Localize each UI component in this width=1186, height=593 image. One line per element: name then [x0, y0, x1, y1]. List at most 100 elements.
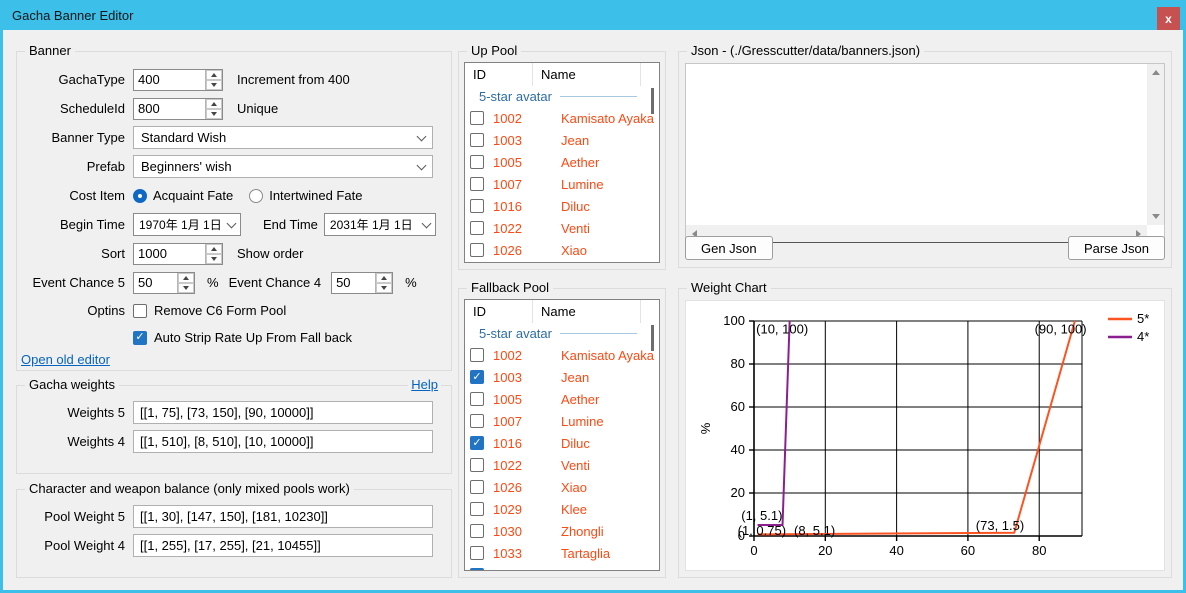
row-checkbox[interactable] — [470, 436, 484, 450]
close-button[interactable]: x — [1157, 7, 1180, 30]
svg-text:0: 0 — [750, 543, 757, 558]
spin-down-icon[interactable] — [206, 109, 222, 119]
titlebar[interactable]: Gacha Banner Editor — [0, 0, 1186, 30]
list-item[interactable]: 1029Klee — [465, 498, 659, 520]
list-item[interactable]: 1026Xiao — [465, 239, 659, 261]
scrollbar-thumb[interactable] — [651, 325, 654, 351]
list-item[interactable]: 1003Jean — [465, 129, 659, 151]
list-item[interactable]: 1016Diluc — [465, 432, 659, 454]
acquaint-fate-radio[interactable] — [133, 189, 147, 203]
row-checkbox[interactable] — [470, 243, 484, 257]
event-chance-4-value[interactable]: 50 — [332, 273, 375, 293]
auto-strip-checkbox[interactable] — [133, 331, 147, 345]
pool-weight-5-input[interactable]: [[1, 30], [147, 150], [181, 10230]] — [133, 505, 433, 528]
row-checkbox[interactable] — [470, 392, 484, 406]
open-old-editor-link[interactable]: Open old editor — [21, 352, 110, 367]
spin-down-icon[interactable] — [206, 254, 222, 264]
list-item[interactable]: 1022Venti — [465, 217, 659, 239]
pool-weight-5-label: Pool Weight 5 — [25, 509, 125, 524]
gachatype-value[interactable]: 400 — [134, 70, 205, 90]
spin-up-icon[interactable] — [206, 70, 222, 80]
banner-type-select[interactable]: Standard Wish — [133, 126, 433, 149]
spin-up-icon[interactable] — [178, 273, 194, 283]
list-item[interactable]: 1022Venti — [465, 454, 659, 476]
row-checkbox[interactable] — [470, 199, 484, 213]
auto-strip-label[interactable]: Auto Strip Rate Up From Fall back — [154, 330, 352, 345]
list-item[interactable]: 1007Lumine — [465, 173, 659, 195]
list-item[interactable]: 1030Zhongli — [465, 520, 659, 542]
list-item[interactable]: 1026Xiao — [465, 476, 659, 498]
gachatype-spinner[interactable]: 400 — [133, 69, 223, 91]
row-checkbox[interactable] — [470, 414, 484, 428]
column-id[interactable]: ID — [465, 300, 533, 323]
intertwined-fate-label[interactable]: Intertwined Fate — [269, 188, 362, 203]
event-chance-5-spinner[interactable]: 50 — [133, 272, 195, 294]
vertical-scrollbar[interactable] — [1147, 64, 1164, 225]
prefab-select[interactable]: Beginners' wish — [133, 155, 433, 178]
end-time-picker[interactable]: 2031年 1月 1日 — [324, 213, 436, 236]
item-name: Jean — [561, 370, 589, 385]
weights-4-input[interactable]: [[1, 510], [8, 510], [10, 10000]] — [133, 430, 433, 453]
row-checkbox[interactable] — [470, 133, 484, 147]
help-link[interactable]: Help — [408, 377, 441, 392]
row-checkbox[interactable] — [470, 155, 484, 169]
weights-5-input[interactable]: [[1, 75], [73, 150], [90, 10000]] — [133, 401, 433, 424]
row-checkbox[interactable] — [470, 458, 484, 472]
parse-json-button[interactable]: Parse Json — [1068, 236, 1165, 260]
spin-up-icon[interactable] — [376, 273, 392, 283]
list-item[interactable]: 1007Lumine — [465, 410, 659, 432]
scroll-up-icon[interactable] — [1147, 64, 1164, 81]
event-chance-4-spinner[interactable]: 50 — [331, 272, 393, 294]
intertwined-fate-radio[interactable] — [249, 189, 263, 203]
scroll-down-icon[interactable] — [1147, 208, 1164, 225]
row-checkbox[interactable] — [470, 370, 484, 384]
item-name: Xiao — [561, 243, 587, 258]
category-row: 5-star avatar — [465, 86, 659, 107]
weight-chart-panel: 020406080020406080100%(10, 100)(90, 100)… — [685, 300, 1165, 571]
row-checkbox[interactable] — [470, 502, 484, 516]
spin-up-icon[interactable] — [206, 99, 222, 109]
list-item[interactable]: 1016Diluc — [465, 195, 659, 217]
spin-down-icon[interactable] — [376, 283, 392, 293]
row-checkbox[interactable] — [470, 568, 484, 571]
list-item[interactable]: 1035Qiqi — [465, 564, 659, 571]
pool-weight-4-input[interactable]: [[1, 255], [17, 255], [21, 10455]] — [133, 534, 433, 557]
gachatype-label: GachaType — [25, 72, 125, 87]
list-item[interactable]: 1002Kamisato Ayaka — [465, 344, 659, 366]
svg-text:5*: 5* — [1137, 311, 1149, 326]
list-item[interactable]: 1005Aether — [465, 388, 659, 410]
list-item[interactable]: 1005Aether — [465, 151, 659, 173]
row-checkbox[interactable] — [470, 348, 484, 362]
begin-time-picker[interactable]: 1970年 1月 1日 — [133, 213, 241, 236]
row-checkbox[interactable] — [470, 480, 484, 494]
event-chance-5-value[interactable]: 50 — [134, 273, 177, 293]
scrollbar-thumb[interactable] — [651, 88, 654, 114]
scheduleid-spinner[interactable]: 800 — [133, 98, 223, 120]
sort-spinner[interactable]: 1000 — [133, 243, 223, 265]
list-item[interactable]: 1003Jean — [465, 366, 659, 388]
up-pool-list[interactable]: ID Name 5-star avatar 1002Kamisato Ayaka… — [464, 62, 660, 263]
acquaint-fate-label[interactable]: Acquaint Fate — [153, 188, 233, 203]
remove-c6-checkbox[interactable] — [133, 304, 147, 318]
json-textarea[interactable] — [686, 64, 1147, 225]
list-item[interactable]: 1033Tartaglia — [465, 542, 659, 564]
row-checkbox[interactable] — [470, 524, 484, 538]
scheduleid-value[interactable]: 800 — [134, 99, 205, 119]
spin-down-icon[interactable] — [178, 283, 194, 293]
gen-json-button[interactable]: Gen Json — [685, 236, 773, 260]
column-name[interactable]: Name — [533, 300, 641, 323]
sort-value[interactable]: 1000 — [134, 244, 205, 264]
row-checkbox[interactable] — [470, 111, 484, 125]
remove-c6-label[interactable]: Remove C6 Form Pool — [154, 303, 286, 318]
row-checkbox[interactable] — [470, 221, 484, 235]
column-id[interactable]: ID — [465, 63, 533, 86]
list-item[interactable]: 1002Kamisato Ayaka — [465, 107, 659, 129]
fallback-pool-list[interactable]: ID Name 5-star avatar 1002Kamisato Ayaka… — [464, 299, 660, 571]
row-checkbox[interactable] — [470, 546, 484, 560]
item-name: Kamisato Ayaka — [561, 111, 654, 126]
spin-down-icon[interactable] — [206, 80, 222, 90]
row-checkbox[interactable] — [470, 177, 484, 191]
item-name: Jean — [561, 133, 589, 148]
spin-up-icon[interactable] — [206, 244, 222, 254]
column-name[interactable]: Name — [533, 63, 641, 86]
